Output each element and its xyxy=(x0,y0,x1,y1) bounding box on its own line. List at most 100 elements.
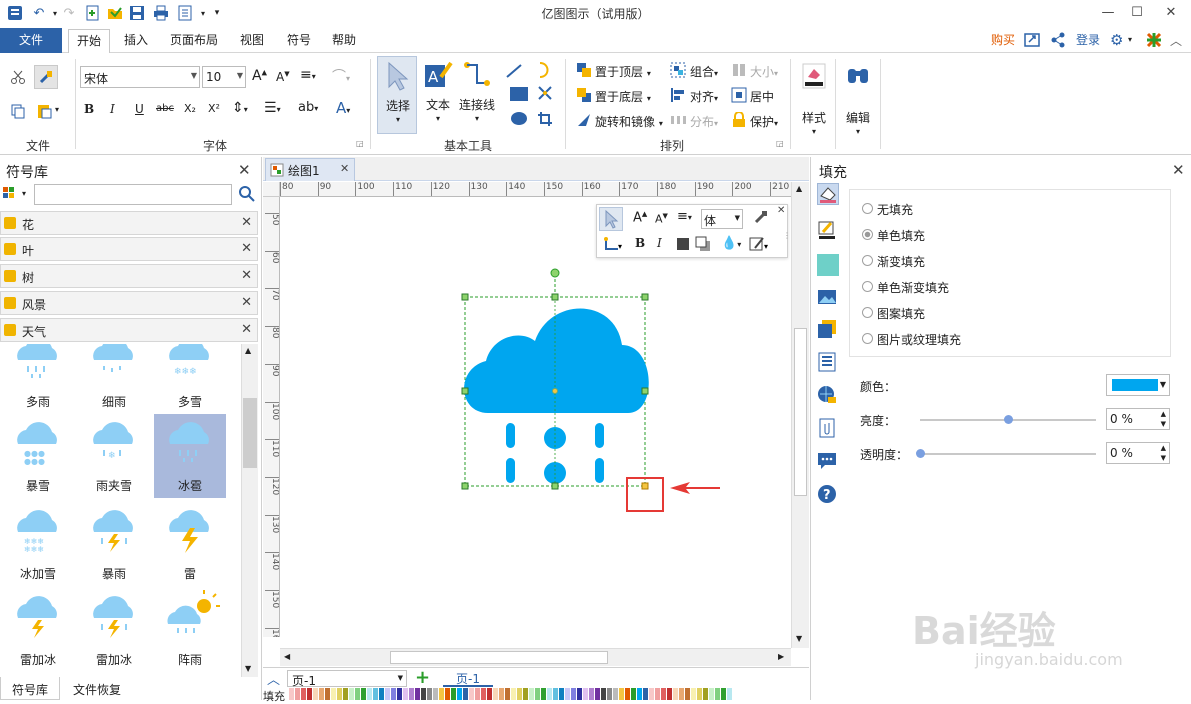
palette-swatch[interactable] xyxy=(391,688,396,700)
option-picture-fill[interactable]: 图片或纹理填充 xyxy=(877,331,961,348)
bring-to-front-button[interactable]: 置于顶层 ▾ xyxy=(595,63,651,80)
protect-lock-icon[interactable] xyxy=(731,111,747,128)
brightness-slider-thumb[interactable] xyxy=(1004,415,1013,424)
help-tab-icon[interactable]: ? xyxy=(817,484,839,506)
palette-swatch[interactable] xyxy=(673,688,678,700)
palette-swatch[interactable] xyxy=(625,688,630,700)
palette-swatch[interactable] xyxy=(529,688,534,700)
style-button[interactable]: 样式 ▾ xyxy=(796,59,832,139)
hyperlink-tab-icon[interactable] xyxy=(817,385,839,407)
data-tab-icon[interactable] xyxy=(817,352,839,374)
paste-dropdown-icon[interactable]: ▾ xyxy=(55,105,59,114)
settings-gear-icon[interactable]: ⚙ xyxy=(1110,31,1123,49)
underline-button[interactable]: U xyxy=(135,102,144,116)
palette-swatch[interactable] xyxy=(319,688,324,700)
pin-point[interactable] xyxy=(552,388,558,394)
palette-swatch[interactable] xyxy=(709,688,714,700)
palette-swatch[interactable] xyxy=(301,688,306,700)
mini-fill-color-icon[interactable]: 💧▾ xyxy=(721,236,741,251)
line-tab-icon[interactable] xyxy=(817,220,839,242)
palette-swatch[interactable] xyxy=(613,688,618,700)
palette-swatch[interactable] xyxy=(643,688,648,700)
category-leaf[interactable]: 叶 ✕ xyxy=(0,237,258,261)
palette-swatch[interactable] xyxy=(547,688,552,700)
font-name-select[interactable]: 宋体 ▼ xyxy=(80,66,200,88)
close-category-icon[interactable]: ✕ xyxy=(241,295,252,310)
bullet-list-icon[interactable]: ☰▾ xyxy=(264,100,281,116)
bold-button[interactable]: B xyxy=(84,102,94,116)
mini-toolbar-close-icon[interactable]: ✕ xyxy=(777,205,785,216)
radio-no-fill[interactable] xyxy=(862,203,873,214)
resize-handle-ne[interactable] xyxy=(641,293,649,301)
cut-icon[interactable] xyxy=(8,67,28,87)
symbol-thunder-ice[interactable]: 雷加冰 xyxy=(2,588,74,672)
palette-swatch[interactable] xyxy=(445,688,450,700)
close-panel-icon[interactable]: ✕ xyxy=(1172,161,1185,179)
scrollbar-thumb[interactable] xyxy=(390,651,608,664)
category-weather[interactable]: 天气 ✕ xyxy=(0,318,258,342)
palette-swatch[interactable] xyxy=(415,688,420,700)
palette-swatch[interactable] xyxy=(583,688,588,700)
rotate-mirror-button[interactable]: 旋转和镜像 ▾ xyxy=(595,113,663,130)
text-curve-icon[interactable]: ⌒▾ xyxy=(332,66,350,86)
send-to-back-button[interactable]: 置于底层 ▾ xyxy=(595,88,651,105)
tab-insert[interactable]: 插入 xyxy=(118,29,154,53)
category-flower[interactable]: 花 ✕ xyxy=(0,211,258,235)
size-button[interactable]: 大小▾ xyxy=(750,63,778,80)
copy-icon[interactable] xyxy=(8,101,28,121)
palette-swatch[interactable] xyxy=(337,688,342,700)
arc-tool-icon[interactable] xyxy=(536,61,552,82)
symbol-search-input[interactable] xyxy=(34,184,232,205)
palette-swatch[interactable] xyxy=(331,688,336,700)
radio-solid-fill[interactable] xyxy=(862,229,873,240)
transparency-input[interactable]: 0 % ▲ ▼ xyxy=(1106,442,1170,464)
radio-gradient-fill[interactable] xyxy=(862,255,873,266)
option-gradient-fill[interactable]: 渐变填充 xyxy=(877,253,925,270)
tab-symbol[interactable]: 符号 xyxy=(281,29,317,53)
point-tool-icon[interactable] xyxy=(537,85,553,104)
resize-handle-nw[interactable] xyxy=(461,293,469,301)
tab-file[interactable]: 文件 xyxy=(0,28,62,53)
library-grid-icon[interactable] xyxy=(2,185,22,203)
option-pattern-fill[interactable]: 图案填充 xyxy=(877,305,925,322)
canvas-vertical-scrollbar[interactable]: ▲ ▼ xyxy=(791,182,809,648)
palette-swatch[interactable] xyxy=(481,688,486,700)
option-solid-fill[interactable]: 单色填充 xyxy=(877,227,925,244)
palette-swatch[interactable] xyxy=(313,688,318,700)
subscript-button[interactable]: X₂ xyxy=(184,102,196,115)
tab-page-layout[interactable]: 页面布局 xyxy=(166,29,222,53)
palette-swatch[interactable] xyxy=(559,688,564,700)
transparency-slider[interactable] xyxy=(916,449,1096,458)
edit-button[interactable]: 编辑 ▾ xyxy=(840,59,876,139)
palette-swatch[interactable] xyxy=(427,688,432,700)
symbol-ice-snow[interactable]: ❄❄❄ ❄❄❄ 冰加雪 xyxy=(2,502,74,586)
palette-swatch[interactable] xyxy=(433,688,438,700)
document-tab[interactable]: 绘图1 ✕ xyxy=(265,158,355,181)
palette-swatch[interactable] xyxy=(463,688,468,700)
text-tool-button[interactable]: A 文本 ▾ xyxy=(421,56,455,134)
format-painter-icon[interactable] xyxy=(34,65,58,89)
tab-view[interactable]: 视图 xyxy=(234,29,270,53)
palette-swatch[interactable] xyxy=(589,688,594,700)
palette-swatch[interactable] xyxy=(409,688,414,700)
arrange-dialog-launcher-icon[interactable]: ◲ xyxy=(776,139,784,148)
palette-swatch[interactable] xyxy=(349,688,354,700)
palette-swatch[interactable] xyxy=(289,688,294,700)
palette-swatch[interactable] xyxy=(373,688,378,700)
page-tab[interactable]: 页-1 xyxy=(443,670,493,687)
scroll-up-icon[interactable]: ▲ xyxy=(796,184,802,193)
symbol-rainstorm[interactable]: 暴雨 xyxy=(78,502,150,586)
protect-button[interactable]: 保护▾ xyxy=(750,113,778,130)
palette-swatch[interactable] xyxy=(361,688,366,700)
palette-swatch[interactable] xyxy=(535,688,540,700)
palette-swatch[interactable] xyxy=(379,688,384,700)
category-tree[interactable]: 树 ✕ xyxy=(0,264,258,288)
line-tool-icon[interactable] xyxy=(505,63,523,82)
radio-picture-fill[interactable] xyxy=(862,333,873,344)
mini-shadow-icon[interactable] xyxy=(695,236,711,255)
palette-swatch[interactable] xyxy=(619,688,624,700)
group-icon[interactable] xyxy=(670,62,686,78)
library-dropdown-icon[interactable]: ▾ xyxy=(22,189,26,198)
tab-help[interactable]: 帮助 xyxy=(326,29,362,53)
mini-shrink-font-icon[interactable]: A▼ xyxy=(655,212,668,226)
